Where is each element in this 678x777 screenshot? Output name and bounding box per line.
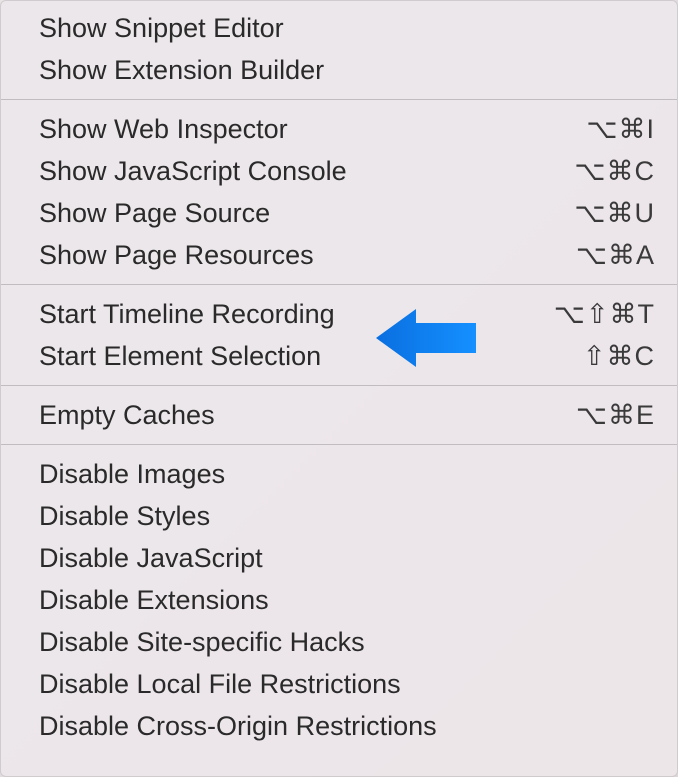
menu-item-disable-styles[interactable]: Disable Styles — [1, 495, 677, 537]
menu-item-label: Show Web Inspector — [39, 112, 288, 146]
menu-item-disable-cross-origin-restrictions[interactable]: Disable Cross-Origin Restrictions — [1, 705, 677, 747]
menu-separator — [1, 99, 677, 100]
menu-item-label: Show JavaScript Console — [39, 154, 347, 188]
menu-item-label: Disable Local File Restrictions — [39, 667, 401, 701]
menu-item-shortcut: ⌥⌘U — [574, 196, 655, 230]
menu-item-start-element-selection[interactable]: Start Element Selection ⇧⌘C — [1, 335, 677, 377]
menu-item-disable-site-specific-hacks[interactable]: Disable Site-specific Hacks — [1, 621, 677, 663]
menu-item-label: Show Snippet Editor — [39, 11, 284, 45]
menu-separator — [1, 284, 677, 285]
menu-item-start-timeline-recording[interactable]: Start Timeline Recording ⌥⇧⌘T — [1, 293, 677, 335]
develop-menu: Show Snippet Editor Show Extension Build… — [0, 0, 678, 777]
menu-item-label: Start Element Selection — [39, 339, 321, 373]
menu-item-label: Empty Caches — [39, 398, 215, 432]
menu-item-show-page-source[interactable]: Show Page Source ⌥⌘U — [1, 192, 677, 234]
menu-item-label: Show Page Resources — [39, 238, 314, 272]
menu-item-disable-extensions[interactable]: Disable Extensions — [1, 579, 677, 621]
menu-item-show-extension-builder[interactable]: Show Extension Builder — [1, 49, 677, 91]
menu-item-show-page-resources[interactable]: Show Page Resources ⌥⌘A — [1, 234, 677, 276]
menu-item-label: Disable Site-specific Hacks — [39, 625, 365, 659]
menu-item-show-javascript-console[interactable]: Show JavaScript Console ⌥⌘C — [1, 150, 677, 192]
menu-item-shortcut: ⌥⌘A — [576, 238, 655, 272]
menu-item-shortcut: ⌥⌘I — [586, 112, 655, 146]
menu-item-disable-images[interactable]: Disable Images — [1, 453, 677, 495]
menu-item-label: Start Timeline Recording — [39, 297, 335, 331]
menu-item-label: Disable Images — [39, 457, 225, 491]
menu-item-label: Disable JavaScript — [39, 541, 263, 575]
menu-item-label: Show Extension Builder — [39, 53, 324, 87]
menu-item-label: Show Page Source — [39, 196, 270, 230]
menu-item-empty-caches[interactable]: Empty Caches ⌥⌘E — [1, 394, 677, 436]
menu-item-disable-javascript[interactable]: Disable JavaScript — [1, 537, 677, 579]
menu-item-label: Disable Styles — [39, 499, 210, 533]
menu-item-shortcut: ⌥⌘E — [576, 398, 655, 432]
menu-separator — [1, 444, 677, 445]
menu-item-shortcut: ⇧⌘C — [583, 339, 655, 373]
menu-item-disable-local-file-restrictions[interactable]: Disable Local File Restrictions — [1, 663, 677, 705]
menu-item-label: Disable Extensions — [39, 583, 269, 617]
menu-item-shortcut: ⌥⌘C — [574, 154, 655, 188]
menu-item-show-web-inspector[interactable]: Show Web Inspector ⌥⌘I — [1, 108, 677, 150]
menu-item-show-snippet-editor[interactable]: Show Snippet Editor — [1, 7, 677, 49]
menu-item-label: Disable Cross-Origin Restrictions — [39, 709, 437, 743]
menu-separator — [1, 385, 677, 386]
menu-item-shortcut: ⌥⇧⌘T — [554, 297, 655, 331]
